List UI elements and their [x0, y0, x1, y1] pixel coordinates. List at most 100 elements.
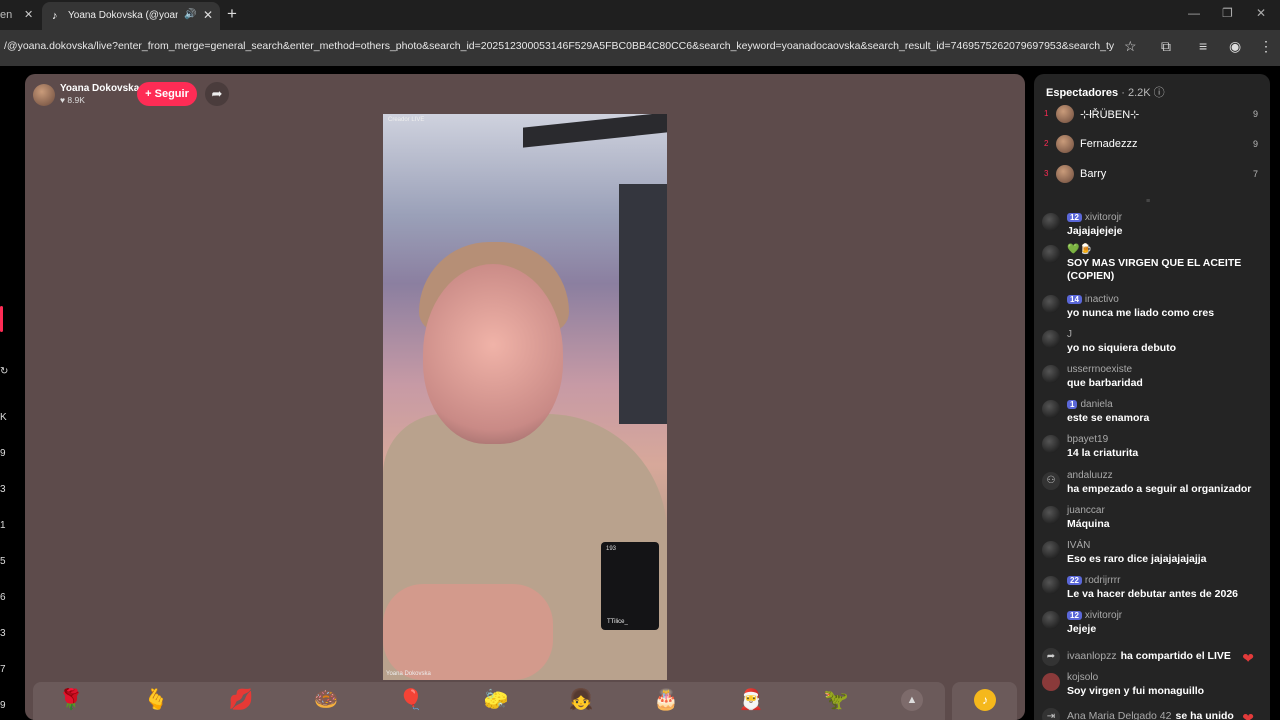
chat-user[interactable]: daniela	[1080, 399, 1112, 410]
side-panel: Espectadores · 2.2K ⓘ 1 ⊹łŘÜBEN⊹ 9 2 Fer…	[1034, 74, 1270, 720]
coin-icon[interactable]: ♪	[974, 689, 996, 711]
url-field[interactable]: /@yoana.dokovska/live?enter_from_merge=g…	[4, 40, 1114, 52]
chat-text: Le va hacer debutar antes de 2026	[1067, 588, 1238, 600]
bookmark-star-icon[interactable]: ☆	[1124, 38, 1137, 55]
dino-icon[interactable]: 🦖	[822, 686, 850, 714]
tiktok-icon: ♪	[52, 10, 58, 22]
more-menu-icon[interactable]: ⋮	[1259, 38, 1273, 55]
avatar[interactable]	[1042, 506, 1060, 524]
chat-user[interactable]: andaluuzz	[1067, 470, 1113, 481]
avatar[interactable]	[1042, 673, 1060, 691]
speaker-icon[interactable]: 🔊	[184, 9, 196, 20]
new-tab-icon[interactable]: +	[227, 4, 237, 24]
girl-icon[interactable]: 👧	[567, 686, 595, 714]
viewer-name: ⊹łŘÜBEN⊹	[1080, 109, 1140, 121]
viewer-rank: 3	[1044, 169, 1049, 178]
chat-text: yo nunca me liado como cres	[1067, 307, 1215, 319]
viewers-title: Espectadores	[1046, 87, 1119, 99]
avatar[interactable]	[1042, 245, 1060, 263]
avatar[interactable]	[1042, 295, 1060, 313]
viewer-row[interactable]: 3 Barry 7	[1044, 164, 1264, 186]
coin-recharge[interactable]: ♪	[952, 682, 1017, 720]
resize-handle[interactable]: ≡	[1146, 198, 1150, 205]
chat-text: yo no siquiera debuto	[1067, 342, 1177, 354]
avatar[interactable]	[1042, 611, 1060, 629]
avatar[interactable]	[1042, 365, 1060, 383]
chat-username: 12 xivitorojr	[1067, 610, 1122, 621]
close-tab-icon[interactable]: ✕	[24, 8, 33, 21]
guest-mini-window[interactable]: 193 TTilice_	[601, 542, 659, 630]
chat-user[interactable]: inactivo	[1085, 294, 1119, 305]
viewer-score: 9	[1252, 109, 1258, 119]
viewers-header[interactable]: Espectadores · 2.2K ⓘ	[1046, 84, 1165, 100]
donut-icon[interactable]: 🍩	[312, 686, 340, 714]
browser-tab-bar: en ✕ ♪ Yoana Dokovska (@yoana.d 🔊 ✕ + — …	[0, 0, 1280, 30]
address-bar: /@yoana.dokovska/live?enter_from_merge=g…	[0, 30, 1280, 66]
host-avatar[interactable]	[33, 84, 55, 106]
live-stage: Yoana Dokovska ♥ 8.9K + Seguir ➦ Creador…	[25, 74, 1025, 720]
viewer-row[interactable]: 2 Fernadezzz 9	[1044, 134, 1264, 156]
sponge-icon[interactable]: 🧽	[482, 686, 510, 714]
rose-icon[interactable]: 🌹	[57, 686, 85, 714]
2026-cake-icon[interactable]: 🎂	[652, 686, 680, 714]
left-count: 6	[0, 592, 6, 603]
avatar[interactable]	[1042, 435, 1060, 453]
chat-user[interactable]: juanccar	[1067, 505, 1105, 516]
video-scene-face	[423, 264, 563, 444]
info-icon[interactable]: ⓘ	[1154, 87, 1165, 99]
chat-user[interactable]: J	[1067, 329, 1072, 340]
media-control-icon[interactable]: ≡	[1199, 38, 1207, 54]
finger-heart-icon[interactable]: 🫰	[142, 686, 170, 714]
refresh-icon[interactable]: ↻	[0, 366, 8, 377]
balloons-icon[interactable]: 🎈	[397, 686, 425, 714]
viewer-row[interactable]: 1 ⊹łŘÜBEN⊹ 9	[1044, 104, 1264, 126]
chat-text: este se enamora	[1067, 412, 1150, 424]
host-name[interactable]: Yoana Dokovska	[60, 83, 139, 94]
chat-user[interactable]: 💚🍺	[1067, 244, 1092, 255]
lips-icon[interactable]: 💋	[227, 686, 255, 714]
viewer-score: 9	[1252, 139, 1258, 149]
browser-tab-active[interactable]: ♪ Yoana Dokovska (@yoana.d 🔊 ✕	[42, 2, 220, 30]
santa-icon[interactable]: 🎅	[737, 686, 765, 714]
viewer-rank: 2	[1044, 139, 1049, 148]
share-icon[interactable]: ➦	[205, 82, 229, 106]
chat-text: Eso es raro dice jajajajajajja	[1067, 553, 1207, 565]
left-count: 3	[0, 484, 6, 495]
host-likes: ♥ 8.9K	[60, 95, 85, 105]
chat-user[interactable]: bpayet19	[1067, 434, 1108, 445]
chat-user[interactable]: ivaanlopzz	[1067, 650, 1117, 662]
chat-user[interactable]: IVÁN	[1067, 540, 1090, 551]
tab-previous-label: en	[0, 9, 13, 21]
chat-user[interactable]: usserrnoexiste	[1067, 364, 1132, 375]
chat-user[interactable]: kojsolo	[1067, 672, 1098, 683]
viewers-count: 2.2K	[1127, 87, 1151, 99]
chat-username: 12 xivitorojr	[1067, 212, 1122, 223]
chevron-up-icon[interactable]: ▲	[901, 689, 923, 711]
chat-user[interactable]: xivitorojr	[1085, 610, 1122, 621]
avatar[interactable]	[1042, 213, 1060, 231]
left-count: 7	[0, 664, 6, 675]
left-count: 1	[0, 520, 6, 531]
live-video[interactable]: Creador LIVE Yoana Dokovska 193 TTilice_	[383, 114, 667, 680]
chat-line: Ana Maria Delgado 42 se ha unido	[1067, 710, 1234, 720]
heart-icon: ❤	[1242, 710, 1254, 720]
profile-icon[interactable]: ◉	[1229, 38, 1241, 55]
level-badge: 1	[1067, 400, 1078, 409]
maximize-icon[interactable]: ❐	[1222, 6, 1233, 20]
chat-line: ivaanlopzz ha compartido el LIVE	[1067, 650, 1231, 662]
join-icon: ⇥	[1042, 708, 1060, 720]
close-window-icon[interactable]: ✕	[1256, 6, 1266, 20]
chat-text: Jejeje	[1067, 623, 1097, 635]
chat-user[interactable]: rodrijrrrr	[1085, 575, 1121, 586]
avatar[interactable]	[1042, 541, 1060, 559]
avatar[interactable]	[1042, 576, 1060, 594]
follow-button[interactable]: + Seguir	[137, 82, 197, 106]
chat-user[interactable]: Ana Maria Delgado 42	[1067, 710, 1171, 720]
browser-tab-previous[interactable]: en ✕	[0, 0, 42, 30]
avatar[interactable]	[1042, 400, 1060, 418]
extensions-icon[interactable]: ⧉	[1161, 38, 1171, 55]
minimize-icon[interactable]: —	[1188, 6, 1200, 20]
close-tab-icon[interactable]: ✕	[203, 8, 213, 22]
avatar[interactable]	[1042, 330, 1060, 348]
chat-user[interactable]: xivitorojr	[1085, 212, 1122, 223]
